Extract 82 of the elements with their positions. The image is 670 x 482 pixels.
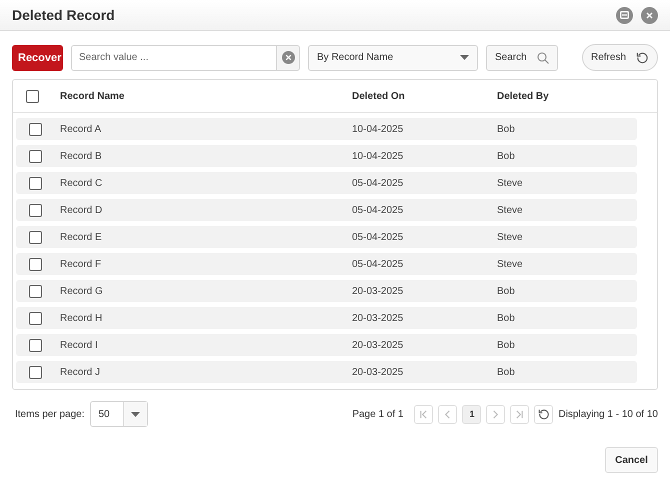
column-header: Record Name <box>60 90 126 102</box>
search-button[interactable]: Search <box>486 44 558 70</box>
refresh-icon <box>636 51 649 64</box>
table-cell-text: Record G <box>60 286 104 296</box>
table-cell-text: Bob <box>497 150 516 162</box>
table-cell-text: 20-03-2025 <box>352 312 404 324</box>
table-cell-text: 20-03-2025 <box>352 366 404 378</box>
table-cell-text: Record F <box>60 258 102 270</box>
table-cell-text: Record A <box>60 124 102 134</box>
page-info: Page 1 of 1 <box>352 408 404 420</box>
checkbox[interactable] <box>29 338 42 352</box>
table-cell-text: Bob <box>497 340 516 350</box>
table-cell-text: Record D <box>60 204 104 216</box>
table-cell-text: 05-04-2025 <box>352 258 404 270</box>
table-cell-text: Steve <box>497 178 524 188</box>
close-icon <box>646 12 653 18</box>
table-cell-text: Record C <box>60 178 104 188</box>
caret-icon <box>460 55 469 60</box>
table-row[interactable]: Record G 20-03-2025 Bob <box>16 280 637 302</box>
checkbox[interactable] <box>29 150 42 162</box>
table-row[interactable]: Record E 05-04-2025 Steve <box>16 226 637 248</box>
search-icon <box>536 52 549 64</box>
table-cell-text: Record H <box>60 312 104 324</box>
checkbox[interactable] <box>29 122 42 136</box>
recover-button[interactable]: Recover <box>12 44 63 70</box>
cancel-button[interactable]: Cancel <box>605 447 658 473</box>
table-cell-text: Bob <box>497 286 516 296</box>
checkbox[interactable] <box>29 312 42 324</box>
table-cell-text: Steve <box>497 258 524 270</box>
table-cell-text: 05-04-2025 <box>352 204 404 216</box>
items-per-page-label: Items per page: <box>15 408 84 420</box>
close-button[interactable] <box>641 6 658 24</box>
table-cell-text: Bob <box>497 312 516 324</box>
filter-dropdown[interactable]: By Record Name <box>308 44 478 70</box>
checkbox[interactable] <box>29 258 42 270</box>
table-cell-text: Record J <box>60 366 102 378</box>
table-row[interactable]: Record I 20-03-2025 Bob <box>16 334 637 356</box>
checkbox[interactable] <box>29 366 42 378</box>
table-row[interactable]: Record A 10-04-2025 Bob <box>16 118 637 140</box>
table-row[interactable]: Record J 20-03-2025 Bob <box>16 361 637 383</box>
minimize-button[interactable] <box>616 6 633 24</box>
table-row[interactable]: Record B 10-04-2025 Bob <box>16 145 637 167</box>
table-cell-text: Steve <box>497 204 524 216</box>
table-cell-text: 20-03-2025 <box>352 286 404 296</box>
refresh-icon <box>538 408 550 420</box>
first-page-icon <box>419 410 428 418</box>
column-header: Deleted By <box>497 90 550 102</box>
search-field[interactable]: Search value ... <box>71 44 276 70</box>
checkbox[interactable] <box>29 230 42 244</box>
table-cell-text: 10-04-2025 <box>352 150 404 162</box>
page-button[interactable]: 1 <box>462 404 482 424</box>
display-info: Displaying 1 - 10 of 10 <box>558 408 658 420</box>
table-row[interactable]: Record H 20-03-2025 Bob <box>16 307 637 329</box>
table-cell-text: 10-04-2025 <box>352 124 404 134</box>
checkbox[interactable] <box>29 284 42 298</box>
table-cell-text: 05-04-2025 <box>352 178 404 188</box>
table-cell-text: 05-04-2025 <box>352 232 404 242</box>
table-row[interactable]: Record D 05-04-2025 Steve <box>16 199 637 221</box>
reload-button[interactable] <box>534 404 554 424</box>
refresh-button[interactable]: Refresh <box>582 44 658 71</box>
column-header: Deleted On <box>352 90 406 102</box>
table-cell-text: Record B <box>60 150 103 162</box>
checkbox[interactable] <box>26 90 39 102</box>
last-page-icon <box>515 410 524 418</box>
clear-icon <box>282 51 294 64</box>
table-row[interactable]: Record C 05-04-2025 Steve <box>16 172 637 194</box>
table-cell-text: Record I <box>60 340 99 350</box>
table-row[interactable]: Record F 05-04-2025 Steve <box>16 253 637 275</box>
table-cell-text: Bob <box>497 124 516 134</box>
table-cell-text: 20-03-2025 <box>352 340 404 350</box>
chevron-right-icon <box>491 410 500 418</box>
checkbox[interactable] <box>29 176 42 190</box>
window-title: Deleted Record <box>12 7 115 23</box>
checkbox[interactable] <box>29 204 42 216</box>
chevron-left-icon <box>443 410 452 418</box>
clear-button[interactable] <box>276 44 300 70</box>
table-cell-text: Steve <box>497 232 524 242</box>
table-cell-text: Record E <box>60 232 103 242</box>
table-cell-text: Bob <box>497 366 516 378</box>
page-size-dropdown[interactable]: 50 <box>90 401 148 427</box>
caret-icon <box>131 412 140 416</box>
window-icon <box>620 11 629 19</box>
